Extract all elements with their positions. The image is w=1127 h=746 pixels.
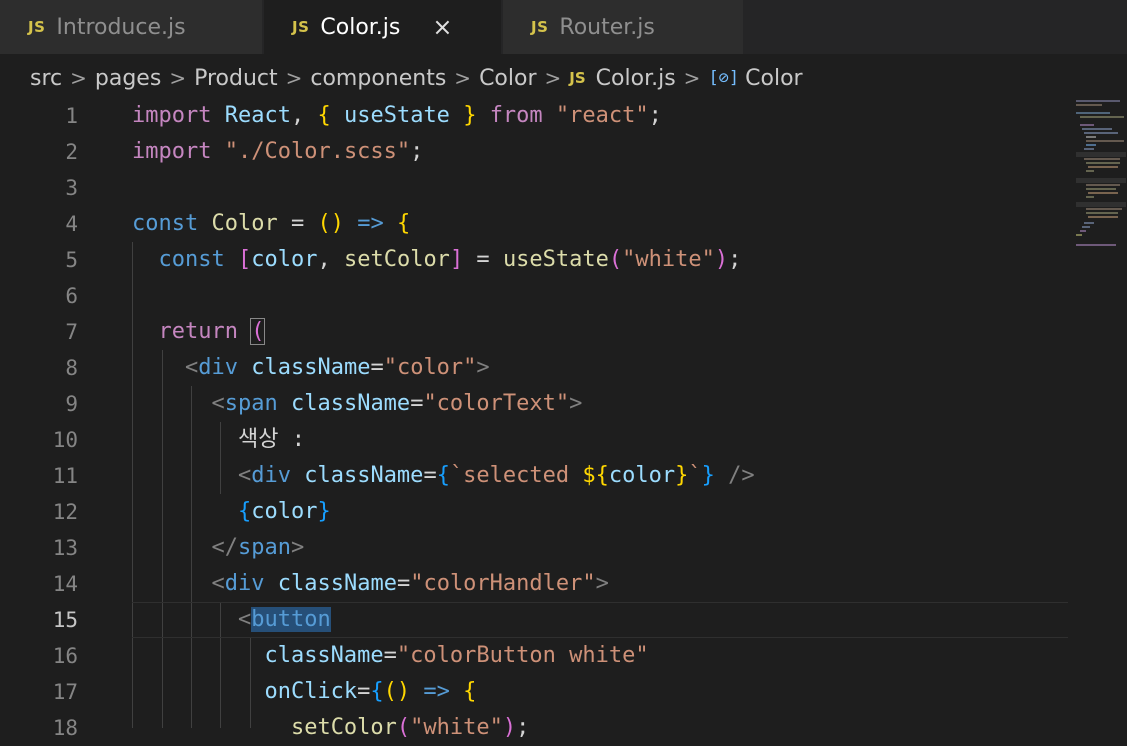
- line-number: 18: [52, 716, 78, 740]
- code-editor[interactable]: 1 import React, { useState } from "react…: [0, 98, 1127, 740]
- code-text: const Color = () => {: [132, 211, 411, 236]
- code-text: className="colorButton white": [264, 643, 649, 668]
- breadcrumb-item-pages[interactable]: pages: [95, 66, 161, 91]
- breadcrumb-item-color-folder[interactable]: Color: [479, 66, 536, 91]
- line-number: 16: [52, 644, 78, 668]
- tab-bar: JS Introduce.js JS Color.js × JS Router.…: [0, 0, 1127, 54]
- code-text: <div className="colorHandler">: [211, 571, 609, 596]
- code-text: <button: [237, 607, 331, 632]
- tab-label: Router.js: [559, 14, 655, 40]
- code-line: 11 <div className={`selected ${color}`} …: [0, 458, 1070, 494]
- chevron-right-icon: >: [285, 66, 303, 90]
- line-number: 17: [52, 680, 78, 704]
- code-text: <span className="colorText">: [211, 391, 583, 416]
- code-line: 8 <div className="color">: [0, 350, 1070, 386]
- code-text: {color}: [237, 499, 331, 524]
- code-text: </span>: [211, 535, 305, 560]
- line-number: 3: [65, 176, 78, 200]
- breadcrumb-item-file[interactable]: Color.js: [596, 66, 676, 91]
- breadcrumb: src > pages > Product > components > Col…: [30, 60, 803, 96]
- code-line: 1 import React, { useState } from "react…: [0, 98, 1070, 134]
- line-number: 6: [65, 284, 78, 308]
- line-number: 11: [52, 464, 78, 488]
- code-line: 9 <span className="colorText">: [0, 386, 1070, 422]
- chevron-right-icon: >: [544, 66, 562, 90]
- tab-introduce[interactable]: JS Introduce.js: [0, 0, 262, 54]
- tab-label: Introduce.js: [56, 14, 186, 40]
- js-file-icon: JS: [28, 18, 46, 36]
- line-number: 7: [65, 320, 78, 344]
- code-line: 13 </span>: [0, 530, 1070, 566]
- line-number: 5: [65, 248, 78, 272]
- breadcrumb-item-src[interactable]: src: [30, 66, 62, 91]
- chevron-right-icon: >: [454, 66, 472, 90]
- code-line: 2 import "./Color.scss";: [0, 134, 1070, 170]
- code-text: import React, { useState } from "react";: [132, 103, 662, 128]
- symbol-variable-icon: [⊘]: [708, 68, 740, 88]
- line-number: 8: [65, 356, 78, 380]
- code-line: 16 className="colorButton white": [0, 638, 1070, 674]
- code-text: 색상 :: [237, 427, 305, 452]
- line-number: 4: [65, 212, 78, 236]
- line-number: 9: [65, 392, 78, 416]
- tab-router[interactable]: JS Router.js: [503, 0, 743, 54]
- code-text: const [color, setColor] = useState("whit…: [158, 247, 742, 272]
- code-text: import "./Color.scss";: [132, 139, 424, 164]
- chevron-right-icon: >: [683, 66, 701, 90]
- line-number: 10: [52, 428, 78, 452]
- code-line: 12 {color}: [0, 494, 1070, 530]
- js-file-icon: JS: [569, 69, 586, 87]
- breadcrumb-item-symbol[interactable]: Color: [745, 66, 802, 91]
- code-line-current: 15 <button: [0, 602, 1070, 638]
- code-line: 14 <div className="colorHandler">: [0, 566, 1070, 602]
- code-text: <div className="color">: [184, 355, 490, 380]
- code-text: onClick={() => {: [264, 679, 477, 704]
- code-text: setColor("white");: [290, 715, 530, 740]
- js-file-icon: JS: [292, 18, 310, 36]
- line-number: 13: [52, 536, 78, 560]
- line-number: 2: [65, 140, 78, 164]
- code-line: 6: [0, 278, 1070, 314]
- code-line: 17 onClick={() => {: [0, 674, 1070, 710]
- line-number: 14: [52, 572, 78, 596]
- line-number: 15: [52, 608, 78, 632]
- code-line: 18 setColor("white");: [0, 710, 1070, 746]
- chevron-right-icon: >: [70, 66, 87, 90]
- code-text: <div className={`selected ${color}`} />: [237, 463, 755, 488]
- breadcrumb-item-product[interactable]: Product: [194, 66, 278, 91]
- close-icon[interactable]: ×: [432, 13, 452, 41]
- line-number: 12: [52, 500, 78, 524]
- tab-label: Color.js: [320, 14, 401, 40]
- code-line: 3: [0, 170, 1070, 206]
- tab-color[interactable]: JS Color.js ×: [264, 0, 501, 54]
- js-file-icon: JS: [531, 18, 549, 36]
- code-line: 10 색상 :: [0, 422, 1070, 458]
- breadcrumb-item-components[interactable]: components: [310, 66, 446, 91]
- code-line: 7 return (: [0, 314, 1070, 350]
- code-text: return (: [158, 318, 266, 345]
- line-number: 1: [65, 104, 78, 128]
- code-line: 4 const Color = () => {: [0, 206, 1070, 242]
- minimap[interactable]: [1072, 96, 1127, 256]
- chevron-right-icon: >: [169, 66, 187, 90]
- code-line: 5 const [color, setColor] = useState("wh…: [0, 242, 1070, 278]
